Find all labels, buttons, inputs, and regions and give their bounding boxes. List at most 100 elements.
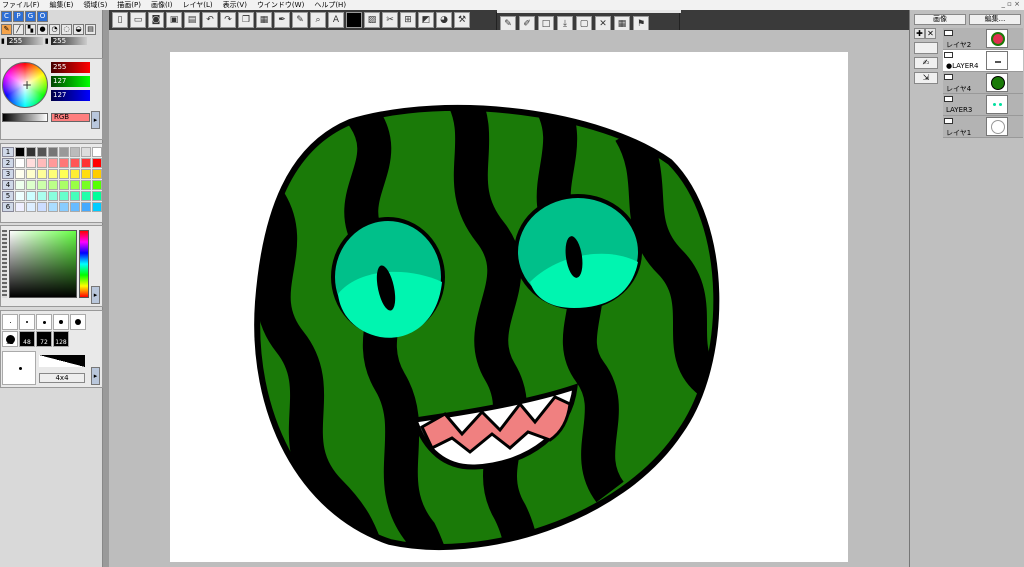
new-layer-icon[interactable]: ✚ — [914, 28, 925, 39]
copy-icon[interactable]: ❐ — [238, 12, 254, 28]
blur-tool-icon[interactable]: ◌ — [61, 24, 72, 35]
palette-swatch[interactable] — [59, 180, 69, 190]
palette-swatch[interactable] — [15, 158, 25, 168]
delete-layer-icon[interactable]: ✕ — [925, 28, 936, 39]
palette-swatch[interactable] — [81, 191, 91, 201]
green-bar[interactable]: 127 — [51, 76, 90, 87]
palette-swatch[interactable] — [59, 202, 69, 212]
brush-size-option[interactable] — [2, 314, 18, 330]
palette-swatch[interactable] — [37, 191, 47, 201]
palette-swatch[interactable] — [92, 180, 102, 190]
palette-swatch[interactable] — [15, 147, 25, 157]
palette-swatch[interactable] — [48, 147, 58, 157]
layer-tool-icon[interactable]: ▤ — [85, 24, 96, 35]
palette-swatch[interactable] — [26, 202, 36, 212]
palette-swatch[interactable] — [26, 158, 36, 168]
palette-swatch[interactable] — [48, 202, 58, 212]
picker-scroll[interactable] — [2, 230, 7, 298]
picker-panel-arrow[interactable]: ▸ — [91, 286, 100, 304]
tab-image[interactable]: 画像 — [914, 14, 966, 25]
transform-icon[interactable]: ⊞ — [400, 12, 416, 28]
brush-panel-arrow[interactable]: ▸ — [91, 367, 100, 385]
palette-swatch[interactable] — [81, 202, 91, 212]
tab-p-icon[interactable]: P — [13, 11, 24, 22]
color-swatch-icon[interactable] — [346, 12, 362, 28]
layer-visibility-icon[interactable] — [944, 118, 953, 124]
drawing-canvas[interactable] — [170, 52, 848, 562]
palette-swatch[interactable] — [59, 191, 69, 201]
palette-swatch[interactable] — [59, 147, 69, 157]
zoom-icon[interactable]: ⌕ — [310, 12, 326, 28]
layer-blank-button[interactable] — [914, 42, 938, 54]
palette-swatch[interactable] — [26, 191, 36, 201]
menu-view[interactable]: 表示(V) — [223, 0, 247, 10]
menu-select[interactable]: 領域(S) — [83, 0, 107, 10]
color-panel-arrow[interactable]: ▸ — [91, 111, 100, 129]
palette-row-number[interactable]: 5 — [2, 191, 14, 201]
brush-preset-field[interactable]: 4x4 — [39, 373, 85, 383]
menu-window[interactable]: ウインドウ(W) — [257, 0, 304, 10]
palette-swatch[interactable] — [92, 169, 102, 179]
eraser-icon[interactable]: ✎ — [292, 12, 308, 28]
layer-row[interactable]: ●LAYER4 — [943, 50, 1023, 72]
filter-icon[interactable]: ◩ — [418, 12, 434, 28]
palette-swatch[interactable] — [70, 147, 80, 157]
menu-edit[interactable]: 編集(E) — [50, 0, 74, 10]
brush-size-option[interactable] — [19, 314, 35, 330]
print-icon[interactable]: ▤ — [184, 12, 200, 28]
layer-visibility-icon[interactable] — [944, 74, 953, 80]
brightness-bar[interactable] — [2, 113, 48, 122]
checker-tool-icon[interactable]: ▚ — [25, 24, 36, 35]
text-icon[interactable]: A — [328, 12, 344, 28]
palette-swatch[interactable] — [48, 169, 58, 179]
menu-help[interactable]: ヘルプ(H) — [314, 0, 346, 10]
menu-image[interactable]: 画像(I) — [151, 0, 173, 10]
pen-tool-icon[interactable]: ✎ — [1, 24, 12, 35]
palette-row-number[interactable]: 2 — [2, 158, 14, 168]
palette-swatch[interactable] — [37, 202, 47, 212]
color-wheel[interactable] — [2, 62, 48, 108]
palette-swatch[interactable] — [26, 169, 36, 179]
palette-swatch[interactable] — [92, 191, 102, 201]
mode-field[interactable]: RGB — [51, 113, 90, 122]
palette-row-number[interactable]: 1 — [2, 147, 14, 157]
layer-row[interactable]: レイヤ4 — [943, 72, 1023, 94]
water-tool-icon[interactable]: ◔ — [49, 24, 60, 35]
layer-visibility-icon[interactable] — [944, 96, 953, 102]
palette-row-number[interactable]: 4 — [2, 180, 14, 190]
open-folder-icon[interactable]: ▭ — [130, 12, 146, 28]
palette-swatch[interactable] — [70, 180, 80, 190]
window-controls[interactable]: _ ▫ × — [1001, 0, 1020, 8]
palette-swatch[interactable] — [70, 158, 80, 168]
brush-size-option[interactable]: 128 — [53, 331, 69, 347]
brush-size-option[interactable] — [70, 314, 86, 330]
pressure-ramp[interactable] — [39, 355, 85, 367]
layer-visibility-icon[interactable] — [944, 52, 953, 58]
palette-swatch[interactable] — [70, 202, 80, 212]
red-bar[interactable]: 255 — [51, 62, 90, 73]
brush-size-option[interactable]: 48 — [19, 331, 35, 347]
size-field-a[interactable]: 255 — [6, 37, 43, 45]
image-icon[interactable]: ▨ — [364, 12, 380, 28]
palette-swatch[interactable] — [81, 169, 91, 179]
menu-draw[interactable]: 描画(P) — [117, 0, 141, 10]
palette-swatch[interactable] — [37, 147, 47, 157]
palette-swatch[interactable] — [92, 202, 102, 212]
undo-icon[interactable]: ↶ — [202, 12, 218, 28]
size-field-b[interactable]: 255 — [50, 37, 87, 45]
camera-icon[interactable]: ◙ — [148, 12, 164, 28]
palette-swatch[interactable] — [59, 158, 69, 168]
palette-row-number[interactable]: 3 — [2, 169, 14, 179]
palette-swatch[interactable] — [92, 147, 102, 157]
palette-swatch[interactable] — [15, 202, 25, 212]
brush-tool-icon[interactable]: ╱ — [13, 24, 24, 35]
palette-swatch[interactable] — [48, 158, 58, 168]
brush-size-option[interactable] — [36, 314, 52, 330]
new-file-icon[interactable]: ▯ — [112, 12, 128, 28]
layer-visibility-icon[interactable] — [944, 30, 953, 36]
layer-row[interactable]: レイヤ1 — [943, 116, 1023, 138]
layer-row[interactable]: LAYER3 — [943, 94, 1023, 116]
tab-o-icon[interactable]: O — [37, 11, 48, 22]
palette-swatch[interactable] — [37, 180, 47, 190]
color-wheel-icon[interactable]: ◕ — [436, 12, 452, 28]
